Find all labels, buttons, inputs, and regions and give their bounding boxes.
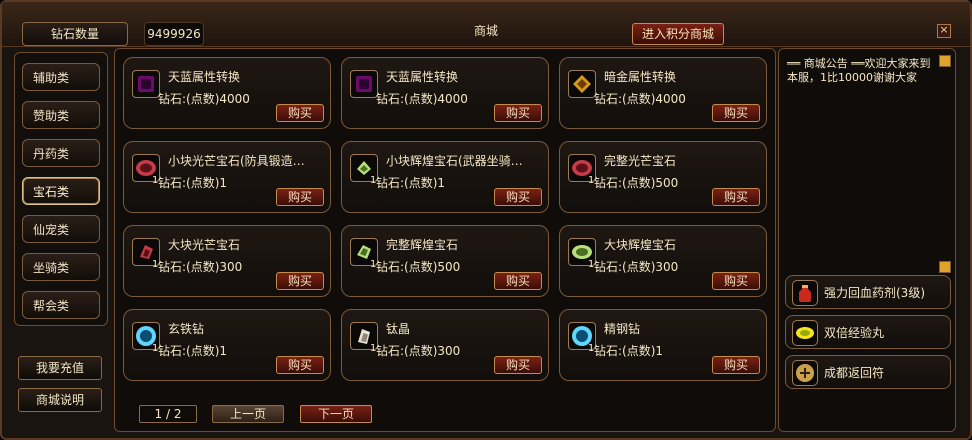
yellow-pill-icon [792, 320, 818, 346]
buy-button[interactable]: 购买 [276, 104, 324, 122]
buy-button[interactable]: 购买 [276, 272, 324, 290]
item-name: 玄铁钻 [168, 322, 205, 336]
buy-button[interactable]: 购买 [712, 356, 760, 374]
points-mall-button[interactable]: 进入积分商城 [632, 23, 724, 45]
gold-gem-icon [573, 75, 591, 93]
item-name: 小块辉煌宝石(武器坐骑… [386, 154, 523, 168]
item-price: 钻石:(点数)500 [594, 176, 679, 190]
item-price: 钻石:(点数)1 [158, 344, 228, 358]
item-price: 钻石:(点数)1 [594, 344, 664, 358]
next-page-button[interactable]: 下一页 [300, 405, 372, 423]
buy-button[interactable]: 购买 [276, 356, 324, 374]
nav-item-sponsor[interactable]: 赞助类 [22, 101, 100, 129]
item-name: 天蓝属性转换 [168, 70, 241, 84]
item-name: 完整辉煌宝石 [386, 238, 459, 252]
nav-item-assist[interactable]: 辅助类 [22, 63, 100, 91]
buy-button[interactable]: 购买 [712, 104, 760, 122]
red-potion-icon [799, 285, 811, 302]
quick-item[interactable]: 成都返回符 [785, 355, 951, 389]
item-card: 1 精钢钻 钻石:(点数)1 购买 [559, 309, 767, 381]
quick-item-label: 成都返回符 [824, 366, 885, 380]
mall-window: 钻石数量 9499926 商城 进入积分商城 × 辅助类 赞助类 丹药类 宝石类… [0, 0, 972, 440]
buy-button[interactable]: 购买 [494, 356, 542, 374]
quick-item[interactable]: 强力回血药剂(3级) [785, 275, 951, 309]
quick-item-label: 双倍经验丸 [824, 326, 885, 340]
red-potion-icon [792, 280, 818, 306]
purple-gem-icon [138, 76, 154, 92]
purple-gem-icon [356, 76, 372, 92]
item-name: 精钢钻 [604, 322, 641, 336]
item-card: 暗金属性转换 钻石:(点数)4000 购买 [559, 57, 767, 129]
item-price: 钻石:(点数)4000 [376, 92, 468, 106]
item-card: 1 钛晶 钻石:(点数)300 购买 [341, 309, 549, 381]
item-name: 完整光芒宝石 [604, 154, 677, 168]
purple-gem-icon [350, 70, 378, 98]
recharge-button[interactable]: 我要充值 [18, 356, 102, 380]
item-card: 天蓝属性转换 钻石:(点数)4000 购买 [341, 57, 549, 129]
item-price: 钻石:(点数)1 [376, 176, 446, 190]
item-name: 小块光芒宝石(防具锻造… [168, 154, 305, 168]
buy-button[interactable]: 购买 [494, 188, 542, 206]
item-price: 钻石:(点数)300 [158, 260, 243, 274]
item-price: 钻石:(点数)300 [376, 344, 461, 358]
item-price: 钻石:(点数)4000 [594, 92, 686, 106]
buy-button[interactable]: 购买 [712, 272, 760, 290]
gold-gem-icon [568, 70, 596, 98]
yellow-pill-icon [796, 327, 814, 339]
right-panel: ══ 商城公告 ══欢迎大家来到本服，1比10000谢谢大家 强力回血药剂(3级… [778, 48, 956, 432]
item-price: 钻石:(点数)500 [376, 260, 461, 274]
item-price: 钻石:(点数)4000 [158, 92, 250, 106]
purple-gem-icon [132, 70, 160, 98]
item-name: 大块光芒宝石 [168, 238, 241, 252]
buy-button[interactable]: 购买 [494, 272, 542, 290]
mall-notice: ══ 商城公告 ══欢迎大家来到本服，1比10000谢谢大家 [787, 57, 931, 84]
item-name: 大块辉煌宝石 [604, 238, 677, 252]
item-card: 1 小块辉煌宝石(武器坐骑… 钻石:(点数)1 购买 [341, 141, 549, 213]
buy-button[interactable]: 购买 [276, 188, 324, 206]
nav-item-gem[interactable]: 宝石类 [22, 177, 100, 205]
nav-item-elixir[interactable]: 丹药类 [22, 139, 100, 167]
quick-item-label: 强力回血药剂(3级) [824, 286, 925, 300]
category-nav: 辅助类 赞助类 丹药类 宝石类 仙宠类 坐骑类 帮会类 [14, 52, 108, 326]
buy-button[interactable]: 购买 [712, 188, 760, 206]
item-name: 暗金属性转换 [604, 70, 677, 84]
nav-item-mount[interactable]: 坐骑类 [22, 253, 100, 281]
title-bar: 钻石数量 9499926 商城 进入积分商城 × [2, 2, 970, 47]
item-card: 1 大块辉煌宝石 钻石:(点数)300 购买 [559, 225, 767, 297]
item-card: 1 完整辉煌宝石 钻石:(点数)500 购买 [341, 225, 549, 297]
scroll-down-icon[interactable] [939, 261, 951, 273]
prev-page-button[interactable]: 上一页 [212, 405, 284, 423]
item-card: 1 完整光芒宝石 钻石:(点数)500 购买 [559, 141, 767, 213]
scroll-up-icon[interactable] [939, 55, 951, 67]
close-icon[interactable]: × [937, 24, 951, 38]
window-title: 商城 [473, 24, 498, 38]
item-card: 1 大块光芒宝石 钻石:(点数)300 购买 [123, 225, 331, 297]
quick-item[interactable]: 双倍经验丸 [785, 315, 951, 349]
item-name: 钛晶 [386, 322, 411, 336]
nav-item-guild[interactable]: 帮会类 [22, 291, 100, 319]
item-card: 1 玄铁钻 钻石:(点数)1 购买 [123, 309, 331, 381]
item-card: 天蓝属性转换 钻石:(点数)4000 购买 [123, 57, 331, 129]
item-grid: 天蓝属性转换 钻石:(点数)4000 购买 天蓝属性转换 钻石:(点数)4000… [114, 48, 776, 432]
item-name: 天蓝属性转换 [386, 70, 459, 84]
nav-item-pet[interactable]: 仙宠类 [22, 215, 100, 243]
scroll-talisman-icon [792, 360, 818, 386]
item-card: 1 小块光芒宝石(防具锻造… 钻石:(点数)1 购买 [123, 141, 331, 213]
item-price: 钻石:(点数)1 [158, 176, 228, 190]
page-indicator: 1 / 2 [139, 405, 197, 423]
mall-guide-button[interactable]: 商城说明 [18, 388, 102, 412]
item-price: 钻石:(点数)300 [594, 260, 679, 274]
scroll-talisman-icon [796, 364, 814, 382]
buy-button[interactable]: 购买 [494, 104, 542, 122]
